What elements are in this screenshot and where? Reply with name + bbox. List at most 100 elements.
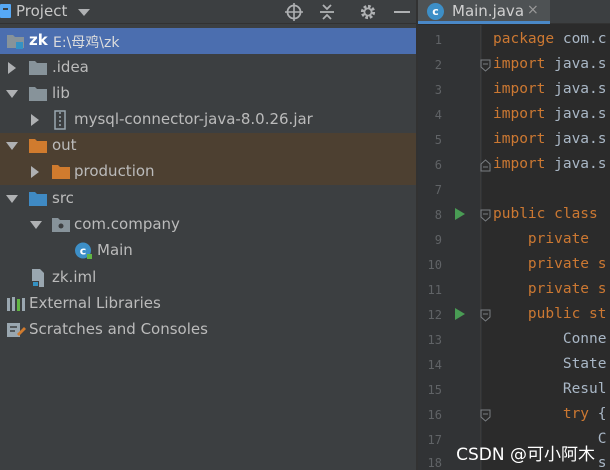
tree-item-label: lib bbox=[52, 84, 70, 102]
fold-icon[interactable] bbox=[480, 309, 491, 322]
code-line: Resul bbox=[493, 381, 607, 397]
package-icon bbox=[51, 216, 71, 233]
jar-icon bbox=[52, 110, 68, 130]
project-tool-window: Project zk E:\母鸡\zk .idea lib mysql-conn… bbox=[0, 0, 416, 470]
code-line: import java.s bbox=[493, 81, 607, 97]
chevron-down-icon[interactable] bbox=[6, 142, 18, 150]
code-line: import java.s bbox=[493, 56, 607, 72]
line-number: 4 bbox=[434, 108, 442, 122]
chevron-down-icon[interactable] bbox=[30, 221, 42, 229]
tree-item-zk-iml[interactable]: zk.iml bbox=[0, 265, 416, 291]
code-line: package com.c bbox=[493, 31, 607, 47]
tree-item-src[interactable]: src bbox=[0, 186, 416, 212]
tab-main-java[interactable]: c Main.java × bbox=[418, 0, 550, 24]
tree-item-jar[interactable]: mysql-connector-java-8.0.26.jar bbox=[0, 107, 416, 133]
tree-item-label: zk bbox=[29, 31, 48, 49]
watermark: CSDN @可小阿木 bbox=[456, 445, 595, 465]
chevron-right-icon[interactable] bbox=[8, 62, 16, 74]
chevron-down-icon[interactable] bbox=[6, 90, 18, 98]
code-line: try { bbox=[493, 406, 607, 422]
chevron-down-icon[interactable] bbox=[6, 195, 18, 203]
line-number: 14 bbox=[427, 358, 442, 372]
java-class-icon: c bbox=[74, 241, 93, 260]
chevron-right-icon[interactable] bbox=[31, 114, 39, 126]
tree-item-label: External Libraries bbox=[29, 294, 161, 312]
fold-guide bbox=[480, 25, 481, 470]
tab-label: Main.java bbox=[452, 2, 525, 20]
tree-item-label: Scratches and Consoles bbox=[29, 320, 208, 338]
collapse-all-icon[interactable] bbox=[317, 2, 337, 22]
tree-item-scratches[interactable]: Scratches and Consoles bbox=[0, 317, 416, 343]
code-editor[interactable]: c Main.java × 1 2 3 4 5 6 7 8 9 10 11 12… bbox=[418, 0, 610, 470]
chevron-down-icon[interactable] bbox=[78, 9, 90, 16]
line-number: 15 bbox=[427, 383, 442, 397]
scratches-icon bbox=[6, 321, 26, 339]
code-line: private bbox=[493, 231, 590, 247]
close-icon[interactable]: × bbox=[527, 2, 539, 18]
code-line: import java.s bbox=[493, 106, 607, 122]
fold-icon[interactable] bbox=[480, 409, 491, 422]
tree-item-production[interactable]: production bbox=[0, 159, 416, 185]
code-line: Conne bbox=[493, 331, 607, 347]
minimize-icon[interactable] bbox=[392, 2, 412, 22]
fold-icon[interactable] bbox=[480, 59, 491, 72]
line-number: 11 bbox=[427, 283, 442, 297]
run-icon[interactable] bbox=[455, 208, 465, 220]
line-number: 9 bbox=[434, 233, 442, 247]
tree-item-label: zk.iml bbox=[52, 268, 97, 286]
tree-item-label: com.company bbox=[74, 215, 180, 233]
line-number: 8 bbox=[434, 208, 442, 222]
tree-item-label: Main bbox=[97, 241, 133, 259]
run-icon[interactable] bbox=[455, 308, 465, 320]
line-number: 1 bbox=[434, 33, 442, 47]
line-number: 3 bbox=[434, 83, 442, 97]
java-class-icon: c bbox=[427, 3, 444, 20]
line-number: 10 bbox=[427, 258, 442, 272]
tree-item-com-company[interactable]: com.company bbox=[0, 212, 416, 238]
tree-item-zk[interactable]: zk E:\母鸡\zk bbox=[0, 28, 416, 54]
code-line: State bbox=[493, 356, 607, 372]
folder-icon bbox=[28, 59, 48, 76]
tree-item-main[interactable]: c Main bbox=[0, 238, 416, 264]
iml-file-icon bbox=[30, 268, 46, 288]
fold-icon[interactable] bbox=[480, 159, 491, 172]
project-icon bbox=[0, 4, 11, 18]
project-panel-header: Project bbox=[0, 0, 416, 24]
line-number: 16 bbox=[427, 408, 442, 422]
line-number: 6 bbox=[434, 158, 442, 172]
line-number: 12 bbox=[427, 308, 442, 322]
fold-icon[interactable] bbox=[480, 209, 491, 222]
chevron-right-icon[interactable] bbox=[31, 166, 39, 178]
code-line: public st bbox=[493, 306, 607, 322]
tree-item-label: production bbox=[74, 162, 155, 180]
folder-icon bbox=[28, 85, 48, 102]
tree-item-label: src bbox=[52, 189, 74, 207]
code-line: private s bbox=[493, 256, 607, 272]
tree-item-label: mysql-connector-java-8.0.26.jar bbox=[74, 110, 313, 128]
editor-tab-bar: c Main.java × bbox=[418, 0, 610, 24]
svg-text:c: c bbox=[80, 245, 87, 258]
tree-item-idea[interactable]: .idea bbox=[0, 55, 416, 81]
code-line: public class bbox=[493, 206, 598, 222]
tree-item-external-libraries[interactable]: External Libraries bbox=[0, 291, 416, 317]
project-panel-title[interactable]: Project bbox=[16, 2, 67, 20]
tree-item-label: out bbox=[52, 136, 77, 154]
line-number: 13 bbox=[427, 333, 442, 347]
code-line: import java.s bbox=[493, 156, 607, 172]
tree-item-lib[interactable]: lib bbox=[0, 81, 416, 107]
tree-item-label: .idea bbox=[52, 58, 89, 76]
line-number: 2 bbox=[434, 58, 442, 72]
project-path: E:\母鸡\zk bbox=[53, 35, 120, 51]
tree-item-out[interactable]: out bbox=[0, 133, 416, 159]
target-icon[interactable] bbox=[284, 2, 304, 22]
libraries-icon bbox=[6, 295, 26, 313]
source-folder-icon bbox=[28, 190, 48, 207]
gear-icon[interactable] bbox=[358, 2, 378, 22]
line-number: 17 bbox=[427, 433, 442, 447]
line-number: 7 bbox=[434, 183, 442, 197]
excluded-folder-icon bbox=[28, 137, 48, 154]
module-folder-icon bbox=[6, 32, 26, 50]
code-line: import java.s bbox=[493, 131, 607, 147]
line-number: 5 bbox=[434, 133, 442, 147]
excluded-folder-icon bbox=[51, 163, 71, 180]
